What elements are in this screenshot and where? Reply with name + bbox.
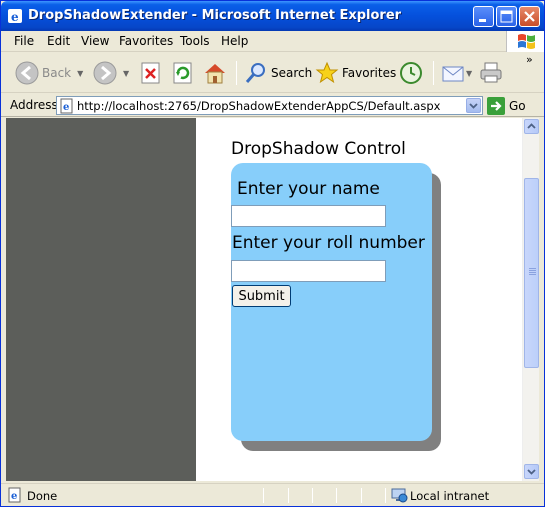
svg-text:e: e: [63, 102, 69, 113]
stop-icon: [141, 62, 160, 84]
toolbar: Back ▼ ▼ Search Favorites ▼ »: [1, 53, 544, 93]
favorites-label: Favorites: [342, 66, 397, 80]
page-icon: e: [60, 98, 73, 114]
print-icon: [480, 62, 502, 83]
back-button[interactable]: Back ▼: [15, 59, 83, 87]
page-content: DropShadow Control Enter your name Enter…: [6, 118, 522, 481]
minimize-button[interactable]: [473, 6, 494, 27]
menu-favorites[interactable]: Favorites: [119, 34, 173, 48]
address-field[interactable]: e http://localhost:2765/DropShadowExtend…: [56, 96, 483, 115]
chevron-down-icon: [469, 103, 478, 109]
page-heading: DropShadow Control: [231, 139, 406, 159]
home-button[interactable]: [202, 59, 228, 87]
status-separator: [288, 488, 289, 503]
ie-icon: e: [8, 9, 22, 24]
home-icon: [205, 64, 225, 84]
forward-dropdown-icon[interactable]: ▼: [123, 69, 129, 78]
search-icon: [245, 63, 265, 83]
svg-text:e: e: [11, 491, 17, 502]
form-panel: Enter your name Enter your roll number S…: [231, 163, 432, 441]
chevron-up-icon: [527, 123, 536, 129]
status-separator: [385, 488, 386, 503]
toolbar-overflow-chevron-icon[interactable]: »: [526, 53, 533, 66]
name-label: Enter your name: [237, 179, 380, 199]
menu-edit[interactable]: Edit: [47, 34, 70, 48]
toolbar-separator: [433, 61, 434, 85]
back-label: Back: [42, 66, 72, 80]
forward-arrow-icon: [93, 61, 117, 85]
address-url[interactable]: http://localhost:2765/DropShadowExtender…: [77, 99, 440, 113]
window-title: DropShadowExtender - Microsoft Internet …: [28, 8, 402, 23]
mail-dropdown-icon[interactable]: ▼: [466, 69, 472, 78]
svg-text:e: e: [11, 10, 19, 24]
forward-button[interactable]: ▼: [93, 59, 129, 87]
menu-help[interactable]: Help: [221, 34, 248, 48]
roll-number-label: Enter your roll number: [232, 233, 425, 253]
close-button[interactable]: [519, 6, 540, 27]
status-separator: [336, 488, 337, 503]
status-text: Done: [27, 489, 58, 503]
thumb-grip: [529, 270, 536, 271]
toolbar-separator: [236, 61, 237, 85]
scroll-thumb[interactable]: [524, 178, 539, 368]
history-button[interactable]: [399, 59, 423, 87]
back-dropdown-icon[interactable]: ▼: [77, 69, 83, 78]
history-icon: [400, 62, 422, 84]
mail-button[interactable]: ▼: [441, 59, 472, 87]
browser-window: e DropShadowExtender - Microsoft Interne…: [0, 0, 545, 507]
search-label: Search: [271, 66, 313, 80]
menu-bar: File Edit View Favorites Tools Help: [1, 31, 544, 52]
maximize-icon: [500, 10, 513, 23]
address-bar: Address e http://localhost:2765/DropShad…: [1, 94, 544, 117]
submit-button[interactable]: Submit: [232, 285, 291, 307]
back-arrow-icon: [15, 61, 39, 85]
title-bar: e DropShadowExtender - Microsoft Interne…: [1, 1, 544, 31]
security-zone-label: Local intranet: [410, 489, 490, 503]
address-label: Address: [10, 98, 58, 112]
left-gray-column: [6, 118, 196, 481]
windows-logo-icon: [518, 34, 535, 49]
favorites-star-icon: [315, 61, 339, 84]
address-dropdown-button[interactable]: [466, 98, 481, 113]
stop-button[interactable]: [141, 59, 161, 87]
status-separator: [361, 488, 362, 503]
scroll-up-button[interactable]: [524, 119, 539, 134]
scroll-down-button[interactable]: [524, 464, 539, 479]
status-separator: [312, 488, 313, 503]
close-icon: [524, 11, 535, 22]
refresh-icon: [173, 62, 192, 84]
status-separator: [263, 488, 264, 503]
windows-logo: [506, 31, 544, 52]
minimize-icon: [479, 19, 486, 22]
favorites-button[interactable]: Favorites: [315, 59, 396, 87]
go-button[interactable]: Go: [487, 97, 539, 115]
maximize-button[interactable]: [496, 6, 517, 27]
menu-tools[interactable]: Tools: [180, 34, 210, 48]
mail-icon: [442, 66, 464, 82]
go-label: Go: [509, 99, 526, 113]
menu-file[interactable]: File: [14, 34, 34, 48]
roll-number-input[interactable]: [231, 260, 386, 282]
chevron-down-icon: [527, 469, 536, 475]
thumb-grip: [529, 272, 536, 273]
page-status-icon: e: [8, 487, 21, 503]
search-button[interactable]: Search: [244, 59, 312, 87]
zone-icon: [391, 488, 408, 503]
thumb-grip: [529, 274, 536, 275]
refresh-button[interactable]: [173, 59, 193, 87]
go-arrow-icon: [487, 97, 505, 115]
vertical-scrollbar[interactable]: [522, 118, 539, 481]
thumb-grip: [529, 268, 536, 269]
status-bar: e Done Local intranet: [1, 483, 544, 506]
print-button[interactable]: [479, 59, 503, 87]
name-input[interactable]: [231, 205, 386, 227]
menu-view[interactable]: View: [81, 34, 109, 48]
